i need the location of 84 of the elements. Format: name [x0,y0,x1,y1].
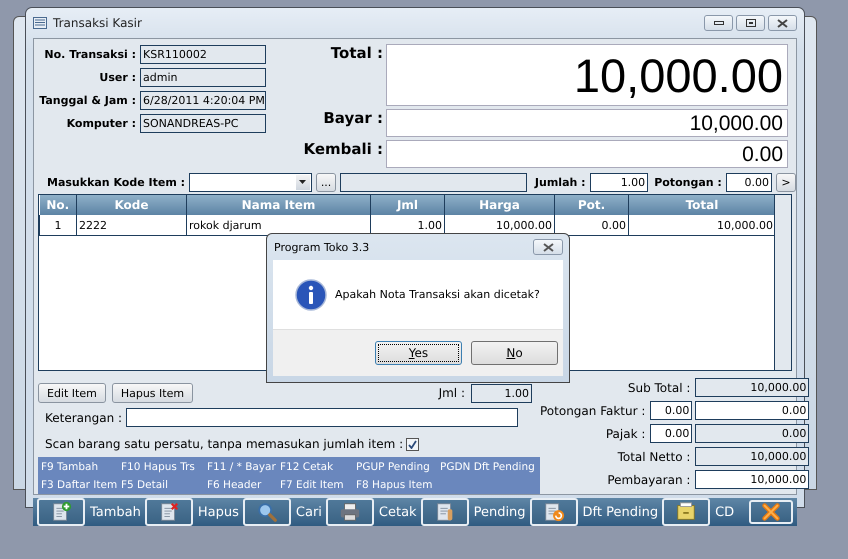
toolbar-button[interactable]: Dft Pending [530,498,658,526]
amount-field[interactable]: 0.00 [650,401,692,420]
window-icon [33,17,47,29]
dialog-message: Apakah Nota Transaksi akan dicetak? [335,288,540,301]
shortcut-hint: F10 Hapus Trs [121,460,196,475]
close-button[interactable] [768,15,797,31]
dialog-button[interactable]: No [471,341,558,365]
dialog-button[interactable]: Yes [375,341,462,365]
amount-field: 10,000.00 [695,378,810,397]
restore-icon [746,19,756,27]
checkmark-icon [408,440,418,448]
column-header[interactable]: Jml [370,195,444,215]
amount-field[interactable]: 0.00 [695,401,810,420]
field-label: Sub Total : [628,380,690,394]
field-label: Masukkan Kode Item : [47,176,186,188]
add-item-button[interactable]: > [776,172,796,192]
field-label: Jumlah : [534,176,586,188]
action-button[interactable]: Edit Item [38,383,106,403]
discount-field[interactable]: 0.00 [726,172,772,192]
field-label: Potongan : [654,176,722,188]
search-icon [256,501,278,523]
amount-field[interactable]: 0.00 [650,424,692,443]
window-title: Transaksi Kasir [53,16,142,30]
notes-field[interactable] [126,408,518,427]
field-label: Tanggal & Jam : [38,94,136,107]
shortcut-hint: F9 Tambah [41,460,100,475]
field-label: Total Netto : [618,450,690,464]
item-code-combo[interactable] [189,172,312,192]
total-label: Total : [330,44,384,62]
shortcut-hint: F12 Cetak [280,460,334,475]
shortcut-hint: F5 Detail [121,478,169,493]
total-label: Bayar : [322,109,384,127]
dialog-title: Program Toko 3.3 [274,240,370,254]
shortcut-hint: F7 Edit Item [280,478,345,493]
amount-field: 10,000.00 [695,447,810,466]
field-label: Jml : [438,386,465,400]
shortcut-hint: F11 / * Bayar [207,460,277,475]
checkbox[interactable] [406,438,420,450]
action-button[interactable]: Hapus Item [112,383,194,403]
info-icon [295,278,327,310]
toolbar-button[interactable]: Pending [420,498,526,526]
table-cell: 1 [40,215,76,236]
close-button[interactable] [533,239,563,255]
field-label: Pajak : [606,426,646,440]
close-icon [760,501,782,523]
field-label: Potongan Faktur : [540,404,646,418]
table-cell: 2222 [76,215,186,236]
field-label: Komputer : [66,117,136,130]
quantity-total-field: 1.00 [471,384,532,402]
quantity-field[interactable]: 1.00 [590,172,648,192]
close-icon [777,18,788,28]
amount-display: 0.00 [386,140,788,168]
browse-button[interactable]: ... [316,172,336,192]
column-header[interactable]: No. [40,195,76,215]
toolbar-button[interactable]: Tambah [37,498,141,526]
maximize-button[interactable] [736,15,765,31]
field-label: User : [98,71,136,84]
column-header[interactable]: Total [628,195,776,215]
document-plus-icon [50,501,72,523]
shortcut-hint: PGDN Dft Pending [440,460,536,475]
field-label: Pembayaran : [607,472,690,486]
column-header[interactable]: Nama Item [186,195,370,215]
shortcut-hint: F6 Header [207,478,262,493]
column-header[interactable]: Pot. [554,195,628,215]
drawer-icon [675,501,698,523]
dropdown-arrow-icon [299,180,306,184]
amount-field: 0.00 [695,424,810,443]
column-header[interactable]: Harga [444,195,554,215]
close-icon [542,242,554,252]
shortcut-hint: F8 Hapus Item [356,478,434,493]
minimize-icon [714,21,724,25]
shortcut-hint: F3 Daftar Item [41,478,118,493]
document-refresh-icon [542,501,565,523]
minimize-button[interactable] [704,15,733,31]
total-label: Kembali : [302,140,384,158]
amount-field[interactable]: 10,000.00 [695,470,810,489]
amount-display: 10,000.00 [386,109,788,137]
column-header[interactable]: Kode [76,195,186,215]
shortcut-hint: PGUP Pending [356,460,431,475]
printer-icon [338,501,361,523]
total-display: 10,000.00 [386,44,788,106]
checkbox-label: Scan barang satu persatu, tanpa memasukan jumlah item : [45,437,404,451]
field-label: Keterangan : [45,410,122,424]
field-label: No. Transaksi : [43,48,136,61]
